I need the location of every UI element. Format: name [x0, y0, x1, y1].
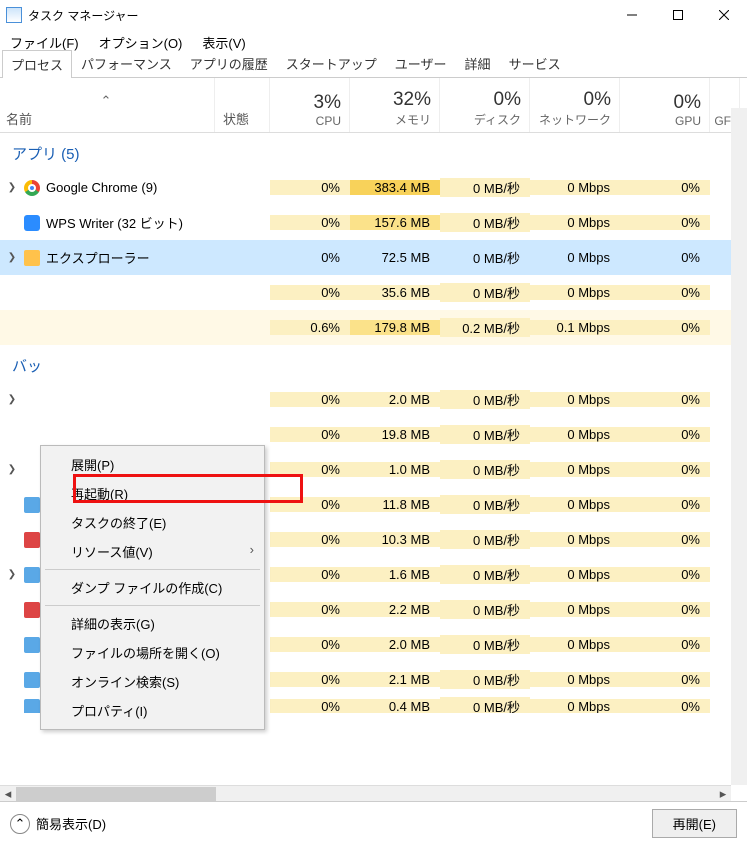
tab-startup[interactable]: スタートアップ — [277, 49, 386, 77]
app-icon — [24, 672, 40, 688]
header-network[interactable]: 0%ネットワーク — [530, 78, 620, 132]
table-row[interactable]: ❯ Google Chrome (9) 0% 383.4 MB 0 MB/秒 0 … — [0, 170, 747, 205]
mem-cell: 383.4 MB — [350, 180, 440, 195]
ctx-restart[interactable]: 再起動(R) — [41, 479, 264, 508]
sort-indicator: ⌃ — [6, 89, 206, 109]
scroll-thumb[interactable] — [16, 787, 216, 801]
header-memory[interactable]: 32%メモリ — [350, 78, 440, 132]
horizontal-scrollbar[interactable]: ◂ ▸ — [0, 785, 731, 801]
process-list: アプリ (5) ❯ Google Chrome (9) 0% 383.4 MB 0… — [0, 133, 747, 713]
app-icon — [24, 497, 40, 513]
header-name-label: 名前 — [6, 109, 32, 128]
ctx-separator — [45, 569, 260, 570]
restart-button[interactable]: 再開(E) — [652, 809, 737, 838]
table-row[interactable]: 0% 35.6 MB 0 MB/秒 0 Mbps 0% — [0, 275, 747, 310]
close-button[interactable] — [701, 0, 747, 30]
group-apps: アプリ (5) — [0, 133, 747, 170]
table-row-selected[interactable]: ❯エクスプローラー 0% 72.5 MB 0 MB/秒 0 Mbps 0% — [0, 240, 747, 275]
scroll-right-icon[interactable]: ▸ — [715, 786, 731, 802]
ctx-open-location[interactable]: ファイルの場所を開く(O) — [41, 638, 264, 667]
ctx-create-dump[interactable]: ダンプ ファイルの作成(C) — [41, 573, 264, 602]
chevron-right-icon[interactable]: ❯ — [6, 394, 18, 405]
grid-header: ⌃ 名前 状態 3%CPU 32%メモリ 0%ディスク 0%ネットワーク 0%G… — [0, 78, 747, 133]
ctx-expand[interactable]: 展開(P) — [41, 450, 264, 479]
table-row[interactable]: ❯ 0% 2.0 MB 0 MB/秒 0 Mbps 0% — [0, 382, 747, 417]
footer: ⌃ 簡易表示(D) 再開(E) — [0, 801, 747, 845]
tab-services[interactable]: サービス — [500, 49, 570, 77]
context-menu: 展開(P) 再起動(R) タスクの終了(E) リソース値(V) ダンプ ファイル… — [40, 445, 265, 730]
fewer-details-label: 簡易表示(D) — [36, 814, 106, 833]
scroll-left-icon[interactable]: ◂ — [0, 786, 16, 802]
tab-processes[interactable]: プロセス — [2, 50, 72, 78]
process-name: エクスプローラー — [46, 248, 150, 267]
cpu-cell: 0% — [270, 180, 350, 195]
baidu-icon — [24, 602, 40, 618]
app-icon — [24, 699, 40, 714]
window-title: タスク マネージャー — [28, 7, 609, 24]
process-name: WPS Writer (32 ビット) — [46, 213, 183, 232]
chevron-up-icon: ⌃ — [10, 814, 30, 834]
net-cell: 0 Mbps — [530, 180, 620, 195]
app-icon — [24, 567, 40, 583]
tab-performance[interactable]: パフォーマンス — [72, 49, 181, 77]
tab-apphistory[interactable]: アプリの履歴 — [181, 49, 277, 77]
ctx-separator — [45, 605, 260, 606]
ctx-endtask[interactable]: タスクの終了(E) — [41, 508, 264, 537]
folder-icon — [24, 250, 40, 266]
titlebar: タスク マネージャー — [0, 0, 747, 30]
app-icon — [24, 637, 40, 653]
minimize-button[interactable] — [609, 0, 655, 30]
ctx-resource-values[interactable]: リソース値(V) — [41, 537, 264, 566]
tabs: プロセス パフォーマンス アプリの履歴 スタートアップ ユーザー 詳細 サービス — [0, 54, 747, 78]
disk-cell: 0 MB/秒 — [440, 178, 530, 197]
ctx-search-online[interactable]: オンライン検索(S) — [41, 667, 264, 696]
header-disk[interactable]: 0%ディスク — [440, 78, 530, 132]
table-row[interactable]: ❯WPS Writer (32 ビット) 0% 157.6 MB 0 MB/秒 … — [0, 205, 747, 240]
ctx-properties[interactable]: プロパティ(I) — [41, 696, 264, 725]
maximize-button[interactable] — [655, 0, 701, 30]
table-row[interactable]: 0.6% 179.8 MB 0.2 MB/秒 0.1 Mbps 0% — [0, 310, 747, 345]
chevron-right-icon[interactable]: ❯ — [6, 464, 18, 475]
header-name[interactable]: ⌃ 名前 — [0, 78, 215, 132]
chevron-right-icon[interactable]: ❯ — [6, 569, 18, 580]
chevron-right-icon[interactable]: ❯ — [6, 252, 18, 263]
header-status-label: 状態 — [223, 109, 261, 128]
header-gpu[interactable]: 0%GPU — [620, 78, 710, 132]
fewer-details-button[interactable]: ⌃ 簡易表示(D) — [10, 814, 106, 834]
app-icon — [6, 7, 22, 23]
wps-icon — [24, 215, 40, 231]
header-status[interactable]: 状態 — [215, 78, 270, 132]
tab-users[interactable]: ユーザー — [386, 49, 456, 77]
header-cpu[interactable]: 3%CPU — [270, 78, 350, 132]
vertical-scrollbar[interactable] — [731, 108, 747, 785]
gpu-cell: 0% — [620, 180, 710, 195]
tab-details[interactable]: 詳細 — [456, 49, 500, 77]
chrome-icon — [24, 180, 40, 196]
process-name: Google Chrome (9) — [46, 180, 157, 195]
ctx-goto-details[interactable]: 詳細の表示(G) — [41, 609, 264, 638]
baidu-icon — [24, 532, 40, 548]
group-background: バッ — [0, 345, 747, 382]
chevron-right-icon[interactable]: ❯ — [6, 182, 18, 193]
